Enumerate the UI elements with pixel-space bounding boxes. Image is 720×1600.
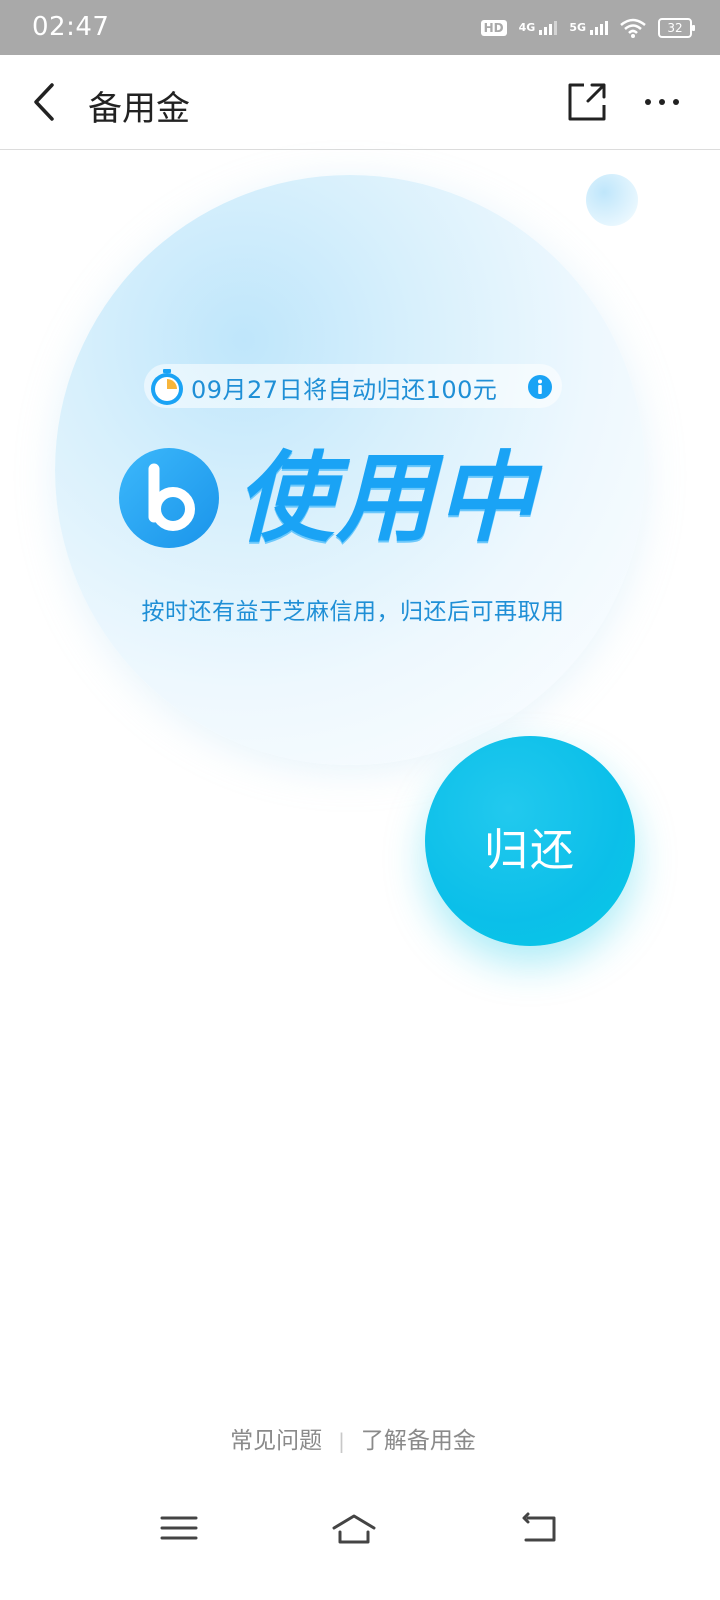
back-icon[interactable] (26, 79, 66, 125)
status-bar: 02:47 HD 4G 5G 32 (0, 0, 720, 55)
brand-logo-icon (119, 448, 219, 548)
hd-icon: HD (480, 20, 507, 36)
nav-bar: 备用金 (0, 55, 720, 150)
faq-link[interactable]: 常见问题 (230, 1428, 322, 1454)
status-icons: HD 4G 5G 32 (480, 14, 695, 42)
menu-icon[interactable] (156, 1508, 204, 1548)
status-headline: 使用中 (236, 442, 537, 556)
timer-icon (151, 369, 183, 405)
credit-hint: 按时还有益于芝麻信用，归还后可再取用 (141, 599, 565, 625)
about-link[interactable]: 了解备用金 (361, 1428, 476, 1454)
due-notice-text: 09月27日将自动归还100元 (191, 376, 498, 404)
more-icon[interactable] (640, 87, 684, 117)
home-icon[interactable] (330, 1508, 378, 1548)
share-icon[interactable] (566, 81, 608, 123)
signal-5g-icon: 5G (569, 21, 608, 35)
battery-icon: 32 (658, 18, 695, 38)
footer-links: 常见问题 | 了解备用金 (0, 1421, 706, 1455)
return-button-label[interactable]: 归还 (425, 814, 635, 878)
footer-separator: | (338, 1429, 345, 1453)
wifi-icon (620, 18, 646, 38)
system-nav-bar (0, 1488, 720, 1568)
status-time: 02:47 (32, 12, 110, 42)
signal-4g-icon: 4G (519, 21, 558, 35)
info-icon[interactable] (527, 374, 553, 400)
page-title: 备用金 (88, 89, 190, 129)
decorative-bubble (586, 174, 638, 226)
back-nav-icon[interactable] (514, 1508, 562, 1548)
